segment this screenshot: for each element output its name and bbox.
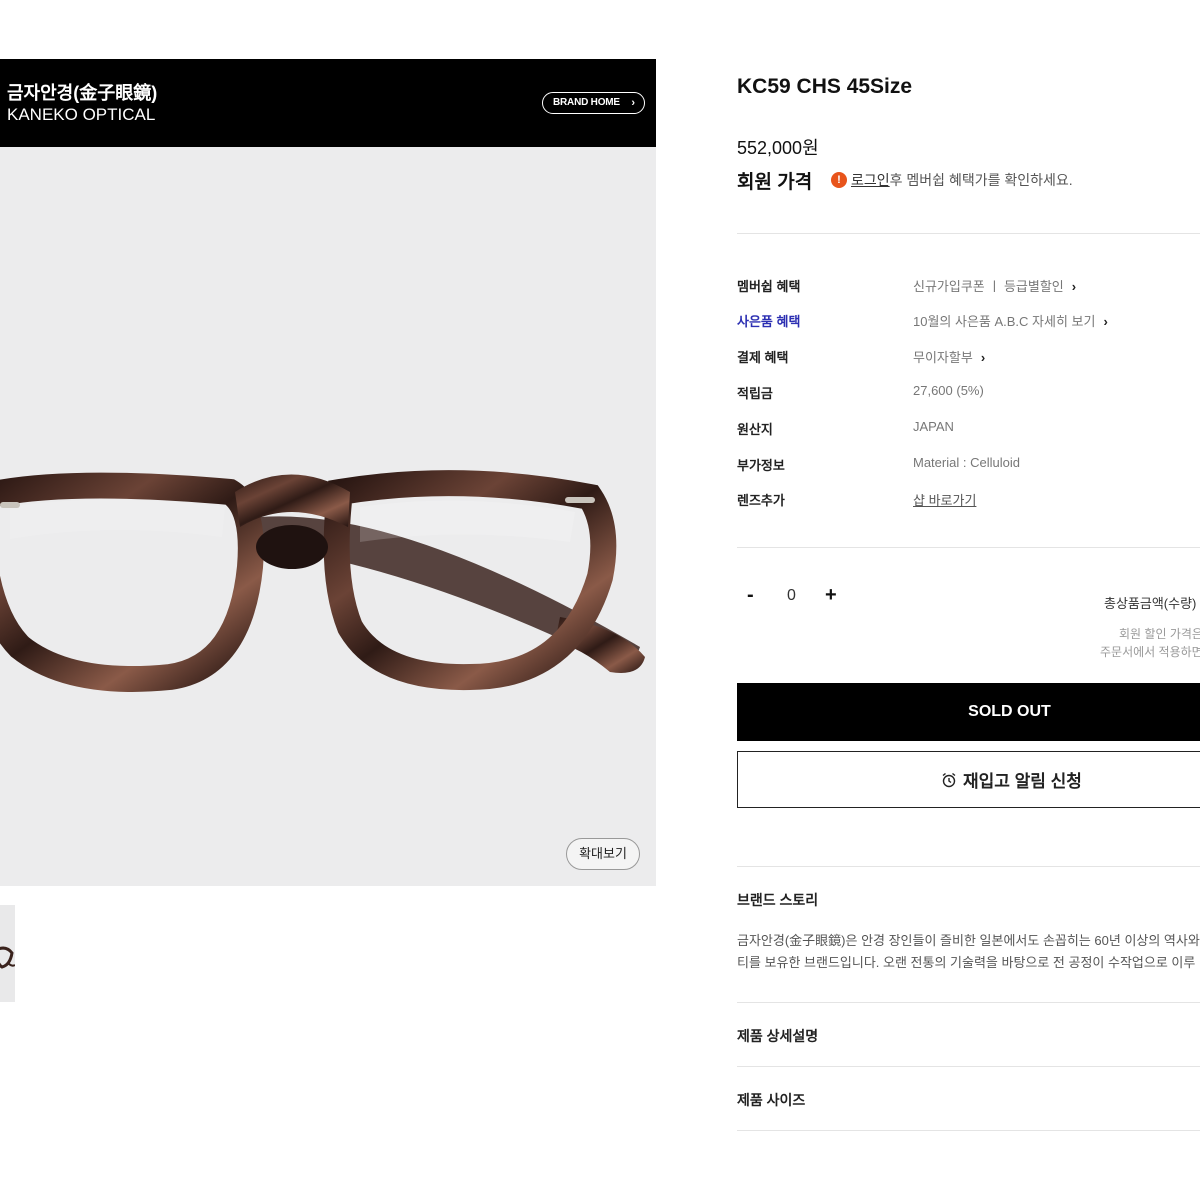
chevron-right-icon: › (980, 350, 986, 365)
info-value-gift[interactable]: 10월의 사은품 A.B.C 자세히 보기 › (913, 311, 1108, 330)
info-label-gift: 사은품 혜택 (737, 314, 801, 329)
chevron-right-icon: › (1103, 314, 1108, 329)
brand-header: 금자안경(金子眼鏡) KANEKO OPTICAL BRAND HOME › (0, 59, 656, 147)
info-label-extra: 부가정보 (737, 458, 785, 473)
discount-note: 주문서에서 적용하면 (1100, 645, 1200, 659)
shop-link[interactable]: 샵 바로가기 (913, 490, 976, 509)
payment-benefit-text: 무이자할부 (913, 350, 973, 365)
product-title: KC59 CHS 45Size (737, 75, 913, 98)
divider (737, 1130, 1200, 1131)
restock-notify-button[interactable]: 재입고 알림 신청 (737, 751, 1200, 808)
brand-home-button[interactable]: BRAND HOME › (542, 92, 645, 114)
info-value-payment[interactable]: 무이자할부 › (913, 347, 985, 366)
login-link[interactable]: 로그인 (851, 170, 890, 190)
chevron-right-icon: › (1071, 279, 1077, 294)
info-value-points: 27,600 (5%) (913, 383, 984, 398)
membership-benefit-text: 신규가입쿠폰 ㅣ 등급별할인 (913, 279, 1064, 294)
restock-label: 재입고 알림 신청 (963, 772, 1082, 791)
divider (737, 233, 1200, 234)
member-price-label: 회원 가격 (737, 172, 813, 193)
product-thumbnail[interactable] (0, 905, 15, 1002)
info-label-origin: 원산지 (737, 422, 773, 437)
divider (737, 866, 1200, 867)
product-price: 552,000원 (737, 138, 819, 158)
login-notice: ! 로그인 후 멤버쉽 혜택가를 확인하세요. (831, 170, 1073, 190)
chevron-right-icon: › (631, 97, 635, 109)
brand-story-line: 금자안경(金子眼鏡)은 안경 장인들이 즐비한 일본에서도 손꼽히는 60년 이… (737, 933, 1200, 948)
divider (737, 1002, 1200, 1003)
info-value-extra: Material : Celluloid (913, 455, 1020, 470)
info-label-membership: 멤버쉽 혜택 (737, 279, 801, 294)
sold-out-label: SOLD OUT (968, 703, 1051, 720)
product-detail-title[interactable]: 제품 상세설명 (737, 1026, 818, 1046)
brand-name-english: KANEKO OPTICAL (7, 105, 156, 124)
gift-benefit-text: 10월의 사은품 A.B.C 자세히 보기 (913, 314, 1096, 329)
alarm-clock-icon (941, 772, 957, 788)
discount-note: 회원 할인 가격은 (1119, 627, 1200, 641)
eyeglasses-image (0, 470, 645, 692)
sold-out-button[interactable]: SOLD OUT (737, 683, 1200, 741)
divider (737, 1066, 1200, 1067)
info-label-lens: 렌즈추가 (737, 493, 785, 508)
zoom-button[interactable]: 확대보기 (566, 838, 640, 870)
info-label-payment: 결제 혜택 (737, 350, 789, 365)
brand-name-korean: 금자안경(金子眼鏡) (7, 83, 158, 103)
info-label-points: 적립금 (737, 386, 773, 401)
product-main-image[interactable] (0, 147, 656, 886)
brand-story-line: 티를 보유한 브랜드입니다. 오랜 전통의 기술력을 바탕으로 전 공정이 수작… (737, 955, 1196, 970)
divider (737, 547, 1200, 548)
info-icon: ! (831, 172, 847, 188)
total-price-label: 총상품금액(수량) (1104, 596, 1197, 611)
login-notice-text: 후 멤버쉽 혜택가를 확인하세요. (889, 172, 1073, 188)
info-value-membership[interactable]: 신규가입쿠폰 ㅣ 등급별할인 › (913, 276, 1076, 295)
quantity-value[interactable]: 0 (787, 587, 796, 605)
product-size-title[interactable]: 제품 사이즈 (737, 1090, 805, 1110)
info-value-origin: JAPAN (913, 419, 954, 434)
eyeglasses-thumbnail-icon (0, 946, 15, 969)
quantity-decrease-button[interactable]: - (747, 584, 754, 607)
brand-home-label: BRAND HOME (553, 97, 620, 108)
quantity-increase-button[interactable]: + (825, 584, 837, 607)
brand-story-text: 금자안경(金子眼鏡)은 안경 장인들이 즐비한 일본에서도 손꼽히는 60년 이… (737, 930, 1200, 974)
brand-story-title[interactable]: 브랜드 스토리 (737, 890, 818, 910)
